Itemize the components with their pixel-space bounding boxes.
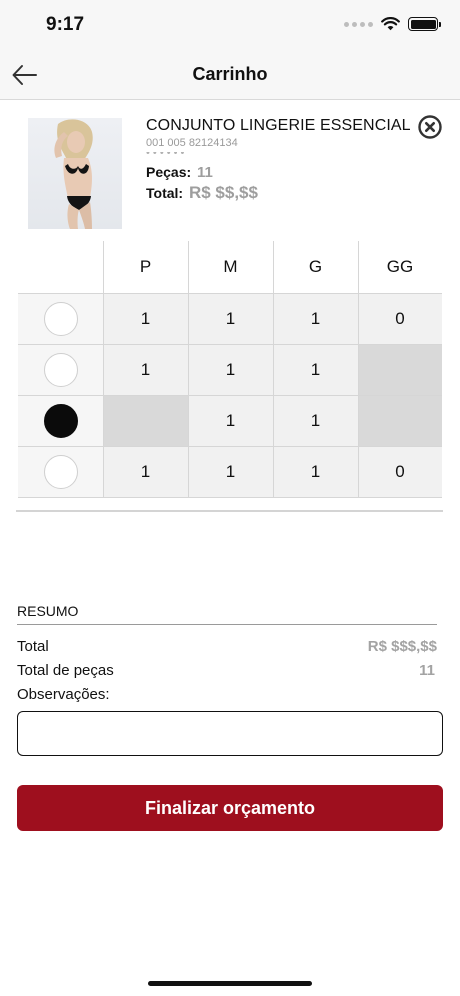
color-swatch-cell [18,395,103,446]
grid-line [18,395,442,396]
quantity-cell[interactable]: 1 [188,344,273,395]
notes-field[interactable] [17,711,443,756]
finalize-quote-button[interactable]: Finalizar orçamento [17,785,443,831]
grid-divider [16,510,443,512]
quantity-cell[interactable]: 1 [273,293,358,344]
product-total-label: Total: [146,185,184,201]
size-header-p: P [139,257,152,276]
product-total: Total: R$ $$,$$ [146,183,258,203]
quantity-cell[interactable]: 1 [273,446,358,497]
color-swatch[interactable] [43,301,78,336]
product-total-value: R$ $$,$$ [188,183,258,202]
color-swatch[interactable] [43,454,78,489]
product-code: 001 005 82124134 [146,137,238,149]
home-indicator [148,981,312,986]
quantity-cell[interactable]: 1 [188,446,273,497]
color-swatch-cell [18,293,103,344]
product-variant-text: • • • • • • [146,152,185,158]
nav-bar: Carrinho [0,50,460,100]
quantity-cell[interactable]: 1 [103,344,188,395]
product-pieces: Peças: 11 [146,164,213,181]
quantity-cell-unavailable [103,395,188,446]
grid-line [18,446,442,447]
product-pieces-label: Peças: [146,164,192,180]
quantity-cell-unavailable [358,344,442,395]
product-pieces-value: 11 [197,164,213,181]
status-icons [344,17,441,31]
grid-line [273,241,274,497]
grid-line [18,344,442,345]
grid-line [358,241,359,497]
status-time: 9:17 [46,14,85,35]
quantity-grid: P M G GG 1 1 1 0 1 1 1 1 1 1 1 1 0 [18,241,442,498]
close-circle-icon [418,115,442,139]
color-swatch-cell [18,446,103,497]
notes-label: Observações: [17,686,110,703]
grid-line [188,241,189,497]
quantity-cell[interactable]: 1 [188,293,273,344]
summary-total-label: Total [17,638,49,655]
color-swatch[interactable] [43,403,78,438]
quantity-cell[interactable]: 0 [358,446,442,497]
summary-pieces-value: 11 [419,662,435,679]
quantity-cell[interactable]: 1 [188,395,273,446]
status-bar: 9:17 [0,0,460,50]
quantity-cell[interactable]: 1 [273,344,358,395]
color-swatch-cell [18,344,103,395]
quantity-cell[interactable]: 1 [103,446,188,497]
quantity-cell-unavailable [358,395,442,446]
summary-pieces-label: Total de peças [17,662,114,679]
color-swatch[interactable] [43,352,78,387]
quantity-cell[interactable]: 0 [358,293,442,344]
quantity-cell[interactable]: 1 [103,293,188,344]
battery-icon [408,17,441,31]
quantity-cell[interactable]: 1 [273,395,358,446]
summary-divider [17,624,437,625]
grid-line [103,241,104,497]
size-header-g: G [308,257,323,276]
size-header-gg: GG [386,257,414,276]
signal-icon [344,21,373,27]
wifi-icon [381,17,400,31]
size-header-m: M [223,257,238,276]
summary-title: RESUMO [17,603,79,619]
summary-total-value: R$ $$$,$$ [367,638,437,655]
page-title: Carrinho [192,64,268,84]
product-name: CONJUNTO LINGERIE ESSENCIAL [146,117,411,134]
remove-item-button[interactable] [417,114,443,140]
grid-line [18,497,442,498]
grid-line [18,293,442,294]
product-image [28,118,122,229]
